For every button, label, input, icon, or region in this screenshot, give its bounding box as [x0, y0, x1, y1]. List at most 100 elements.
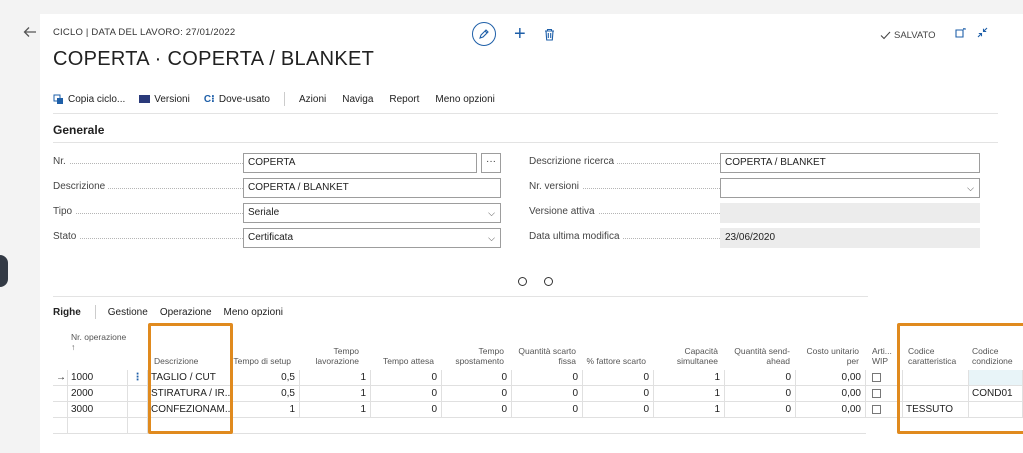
feature-code-cell[interactable]: TESSUTO: [903, 402, 969, 418]
setup-time-cell[interactable]: 0,5: [232, 386, 300, 402]
description-cell[interactable]: CONFEZIONAM...: [148, 402, 232, 418]
condition-code-cell[interactable]: [969, 402, 1023, 418]
wip-checkbox[interactable]: [872, 372, 881, 382]
run-time-cell[interactable]: 1: [300, 386, 371, 402]
top-actions: +: [472, 22, 555, 46]
fixed-scrap-cell[interactable]: 0: [512, 386, 583, 402]
col-header-fixed-scrap[interactable]: Quantità scarto fissa: [511, 324, 579, 369]
actions-menu[interactable]: Azioni: [299, 94, 326, 105]
copy-routing-button[interactable]: Copia ciclo...: [53, 94, 125, 105]
col-header-setup-time[interactable]: Tempo di setup: [230, 324, 294, 369]
send-ahead-cell[interactable]: 0: [725, 386, 796, 402]
report-menu[interactable]: Report: [389, 94, 419, 105]
tab-operazione[interactable]: Operazione: [160, 307, 212, 318]
col-header-move-time[interactable]: Tempo spostamento: [445, 324, 507, 369]
tab-gestione[interactable]: Gestione: [108, 307, 148, 318]
col-header-concurrent-capacity[interactable]: Capacità simultanee: [659, 324, 721, 369]
op-number-cell[interactable]: 2000: [68, 386, 128, 402]
setup-time-cell[interactable]: 0,5: [232, 370, 300, 386]
op-number-cell[interactable]: 3000: [68, 402, 128, 418]
fixed-scrap-cell[interactable]: 0: [512, 402, 583, 418]
wait-time-cell[interactable]: 0: [371, 402, 442, 418]
scrap-factor-cell[interactable]: 0: [583, 370, 654, 386]
description-cell[interactable]: TAGLIO / CUT: [148, 370, 232, 386]
empty-cell[interactable]: [148, 418, 232, 434]
toolbar-divider: [284, 92, 285, 106]
tab-less-options[interactable]: Meno opzioni: [224, 307, 283, 318]
run-time-cell[interactable]: 1: [300, 370, 371, 386]
col-header-description[interactable]: Descrizione: [151, 324, 231, 369]
move-time-cell[interactable]: 0: [442, 370, 512, 386]
less-options-button[interactable]: Meno opzioni: [435, 94, 494, 105]
col-header-scrap-factor[interactable]: % fattore scarto: [583, 324, 649, 369]
fixed-scrap-cell[interactable]: 0: [512, 370, 583, 386]
col-header-condition-code[interactable]: Codice condizione: [969, 324, 1023, 369]
wait-time-cell[interactable]: 0: [371, 370, 442, 386]
col-header-unit-cost[interactable]: Costo unitario per: [798, 324, 862, 369]
scrap-factor-cell[interactable]: 0: [583, 386, 654, 402]
col-header-run-time[interactable]: Tempo lavorazione: [300, 324, 362, 369]
pager-dot[interactable]: [518, 277, 527, 286]
col-header-send-ahead[interactable]: Quantità send-ahead: [727, 324, 793, 369]
row-menu-icon[interactable]: [128, 402, 148, 418]
wip-checkbox[interactable]: [872, 404, 881, 414]
edit-pencil-icon[interactable]: [472, 22, 496, 46]
capacity-cell[interactable]: 1: [654, 386, 725, 402]
condition-code-cell[interactable]: [969, 370, 1023, 386]
setup-time-cell[interactable]: 1: [232, 402, 300, 418]
unit-cost-cell[interactable]: 0,00: [796, 386, 866, 402]
scrap-factor-cell[interactable]: 0: [583, 402, 654, 418]
versions-count-select[interactable]: ⌵: [720, 178, 980, 198]
search-description-field[interactable]: COPERTA / BLANKET: [720, 153, 980, 173]
send-ahead-cell[interactable]: 0: [725, 370, 796, 386]
saved-label: SALVATO: [894, 30, 936, 41]
send-ahead-cell[interactable]: 0: [725, 402, 796, 418]
back-arrow-icon[interactable]: [19, 24, 41, 46]
feature-code-cell[interactable]: [903, 386, 969, 402]
saved-status: SALVATO: [880, 30, 936, 41]
unit-cost-cell[interactable]: 0,00: [796, 370, 866, 386]
condition-code-cell[interactable]: COND01: [969, 386, 1023, 402]
table-row[interactable]: 2000 STIRATURA / IR... 0,5 1 0 0 0 0 1 0…: [53, 386, 1023, 402]
capacity-cell[interactable]: 1: [654, 370, 725, 386]
capacity-cell[interactable]: 1: [654, 402, 725, 418]
pager-dot[interactable]: [544, 277, 553, 286]
delete-trash-icon[interactable]: [544, 28, 555, 41]
nr-field[interactable]: COPERTA: [243, 153, 477, 173]
op-number-cell[interactable]: 1000: [68, 370, 128, 386]
description-field[interactable]: COPERTA / BLANKET: [243, 178, 501, 198]
type-select[interactable]: Seriale ⌵: [243, 203, 501, 223]
unit-cost-cell[interactable]: 0,00: [796, 402, 866, 418]
col-header-feature-code[interactable]: Codice caratteristica: [905, 324, 969, 369]
empty-cell[interactable]: [68, 418, 128, 434]
navigate-menu[interactable]: Naviga: [342, 94, 373, 105]
versions-button[interactable]: Versioni: [139, 94, 190, 105]
open-new-window-icon[interactable]: [955, 27, 967, 38]
wait-time-cell[interactable]: 0: [371, 386, 442, 402]
table-row[interactable]: → 1000 ⋮ TAGLIO / CUT 0,5 1 0 0 0 0 1 0 …: [53, 370, 1023, 386]
run-time-cell[interactable]: 1: [300, 402, 371, 418]
description-cell[interactable]: STIRATURA / IR...: [148, 386, 232, 402]
where-used-button[interactable]: C⁝ Dove-usato: [204, 94, 270, 105]
row-menu-icon[interactable]: ⋮: [128, 370, 148, 386]
collapse-icon[interactable]: [977, 27, 988, 38]
move-time-cell[interactable]: 0: [442, 386, 512, 402]
side-panel-handle[interactable]: [0, 255, 8, 287]
nr-lookup-button[interactable]: ···: [481, 153, 501, 173]
row-current-arrow: [53, 386, 68, 402]
feature-code-cell[interactable]: [903, 370, 969, 386]
col-header-op-number[interactable]: Nr. operazione ↑: [68, 324, 128, 369]
window-controls: [955, 27, 988, 38]
wip-checkbox[interactable]: [872, 388, 881, 398]
col-header-wait-time[interactable]: Tempo attesa: [371, 324, 437, 369]
status-select[interactable]: Certificata ⌵: [243, 228, 501, 248]
move-time-cell[interactable]: 0: [442, 402, 512, 418]
versions-count-label: Nr. versioni: [529, 181, 720, 197]
row-menu-icon[interactable]: [128, 386, 148, 402]
last-modified-field: 23/06/2020: [720, 228, 980, 248]
col-header-wip[interactable]: Arti... WIP: [869, 324, 892, 369]
type-value: Seriale: [248, 207, 280, 218]
table-row[interactable]: 3000 CONFEZIONAM... 1 1 0 0 0 0 1 0 0,00…: [53, 402, 1023, 418]
new-plus-icon[interactable]: +: [514, 24, 526, 44]
table-row-empty[interactable]: [53, 418, 1023, 434]
